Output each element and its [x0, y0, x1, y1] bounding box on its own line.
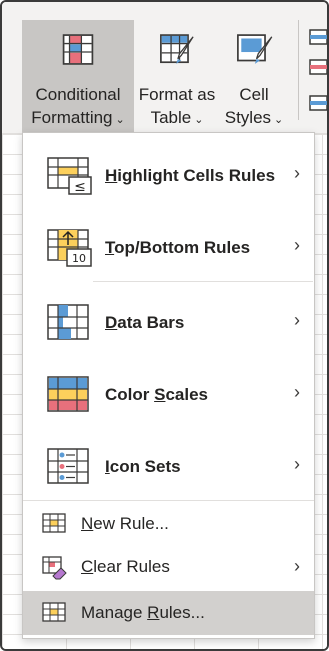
menu-item-clear-rules[interactable]: Clear Rules › — [23, 547, 314, 587]
cell-styles-button[interactable]: Cell Styles ⌄ — [220, 20, 288, 132]
cell-styles-icon — [237, 34, 273, 64]
ribbon-button-label-line2: Formatting ⌄ — [31, 108, 125, 127]
chevron-right-icon: › — [294, 310, 300, 330]
menu-item-label: Color Scales — [105, 385, 208, 404]
menu-item-color-scales[interactable]: Color Scales › — [23, 360, 314, 430]
ribbon-button-label-line2: Styles ⌄ — [224, 108, 284, 127]
conditional-formatting-button[interactable]: Conditional Formatting ⌄ — [22, 20, 134, 132]
menu-item-highlight-cells-rules[interactable]: ≤ Highlight Cells Rules › — [23, 141, 314, 211]
menu-item-label: Manage Rules... — [81, 603, 205, 622]
chevron-right-icon: › — [294, 382, 300, 402]
color-scales-icon — [47, 376, 89, 412]
ribbon-button-label-line2: Table ⌄ — [150, 108, 204, 127]
manage-rules-icon — [42, 602, 66, 622]
highlight-cells-rules-icon: ≤ — [47, 157, 92, 195]
chevron-right-icon: › — [294, 163, 300, 183]
app-window: Conditional Formatting ⌄ Format as Table ⌄ — [0, 0, 329, 651]
svg-text:≤: ≤ — [74, 179, 86, 195]
ribbon-button-label-line1: Conditional — [35, 85, 121, 104]
ribbon-button-label-line1: Cell — [239, 85, 269, 104]
menu-item-icon-sets[interactable]: Icon Sets › — [23, 432, 314, 502]
icon-sets-icon — [47, 448, 89, 484]
new-rule-icon — [42, 513, 66, 533]
conditional-formatting-icon — [62, 34, 94, 65]
clear-rules-icon — [42, 556, 67, 580]
chevron-down-icon: ⌄ — [115, 114, 125, 126]
chevron-right-icon: › — [294, 454, 300, 474]
format-as-table-button[interactable]: Format as Table ⌄ — [136, 20, 218, 132]
menu-item-label: Highlight Cells Rules — [105, 166, 276, 185]
menu-item-label: New Rule... — [81, 514, 169, 533]
insert-cells-icon[interactable] — [306, 26, 327, 126]
svg-text:10: 10 — [72, 252, 86, 265]
menu-separator — [23, 500, 314, 501]
ribbon-divider — [298, 20, 299, 120]
menu-item-manage-rules[interactable]: Manage Rules... — [23, 591, 314, 635]
menu-item-label: Top/Bottom Rules — [105, 238, 251, 257]
ribbon: Conditional Formatting ⌄ Format as Table ⌄ — [2, 2, 327, 134]
data-bars-icon — [47, 304, 89, 340]
conditional-formatting-menu: ≤ Highlight Cells Rules › 10 Top/Bottom … — [22, 132, 315, 639]
menu-item-label: Clear Rules — [81, 557, 170, 576]
chevron-right-icon: › — [294, 235, 300, 255]
chevron-right-icon: › — [294, 556, 300, 576]
top-bottom-rules-icon: 10 — [47, 229, 92, 267]
chevron-down-icon: ⌄ — [194, 114, 204, 126]
menu-item-data-bars[interactable]: Data Bars › — [23, 288, 314, 358]
menu-item-label: Data Bars — [105, 313, 185, 332]
ribbon-button-label-line1: Format as — [138, 85, 216, 104]
menu-item-top-bottom-rules[interactable]: 10 Top/Bottom Rules › — [23, 213, 314, 283]
menu-separator — [93, 281, 313, 282]
format-as-table-icon — [160, 34, 194, 64]
menu-item-label: Icon Sets — [105, 457, 181, 476]
chevron-down-icon: ⌄ — [274, 114, 284, 126]
menu-item-new-rule[interactable]: New Rule... — [23, 504, 314, 544]
